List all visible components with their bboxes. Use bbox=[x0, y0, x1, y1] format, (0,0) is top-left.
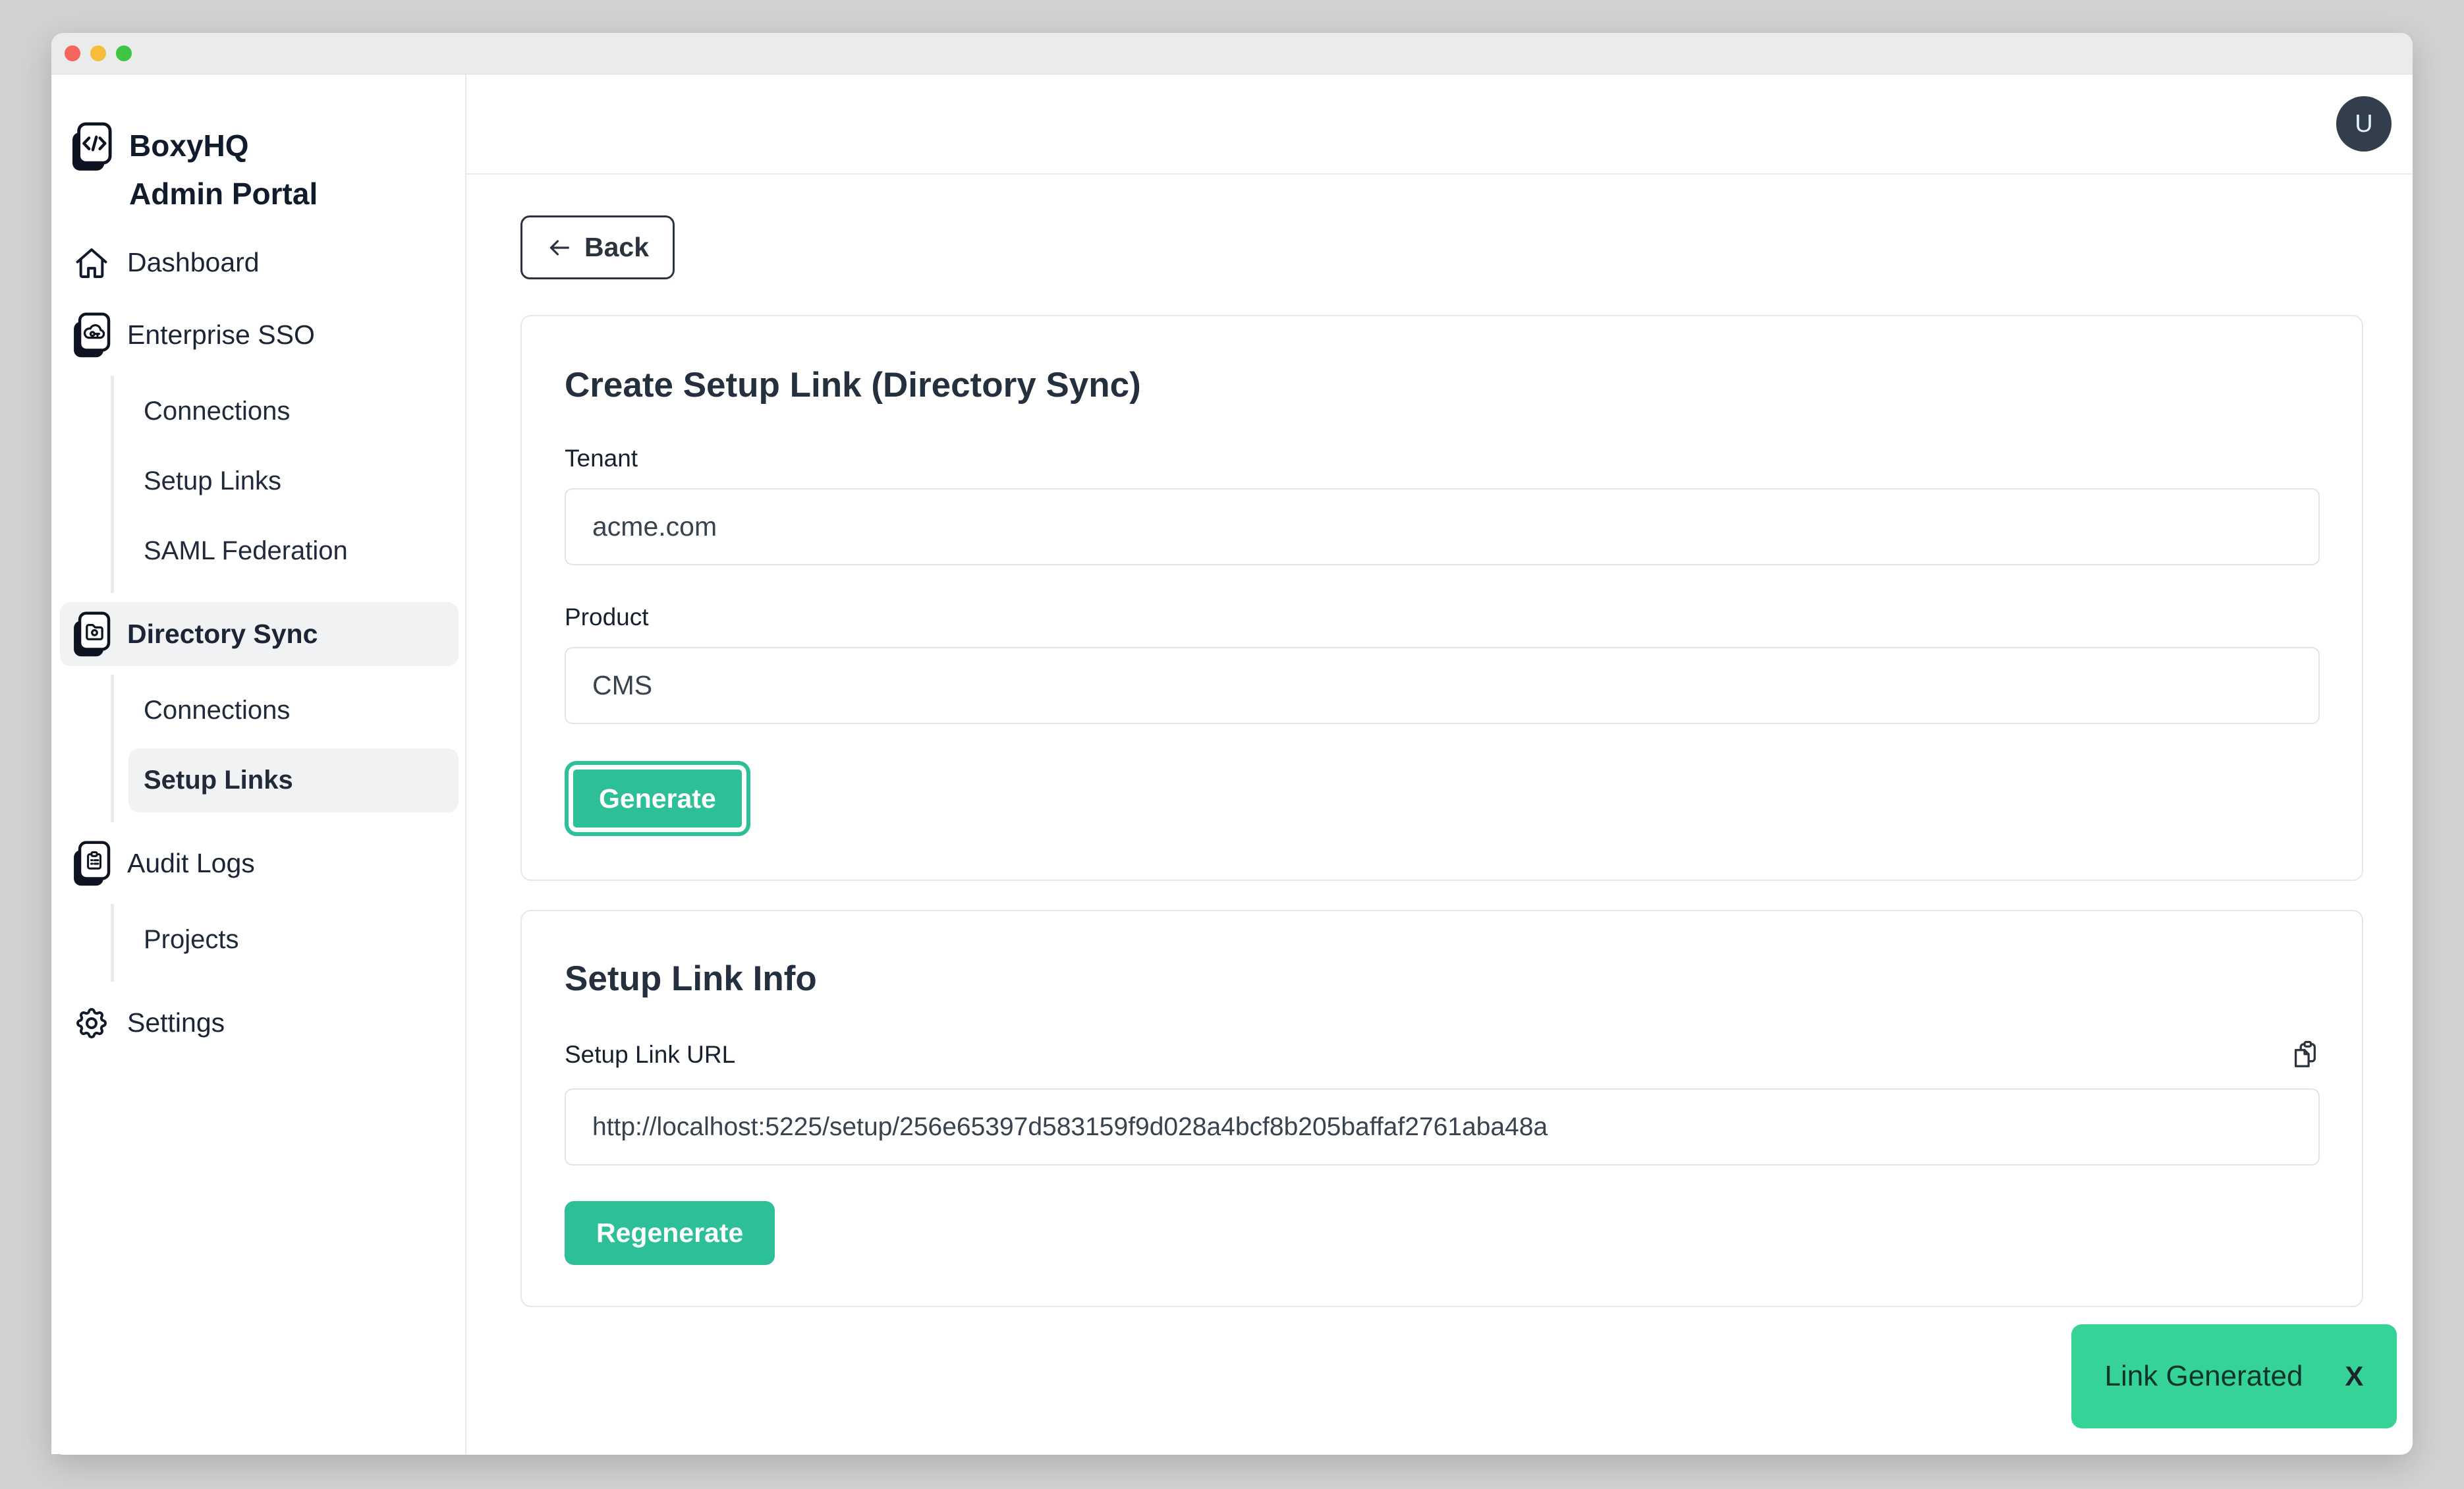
sidebar-subnav-audit-logs: Projects bbox=[111, 904, 459, 982]
copy-icon[interactable] bbox=[2289, 1038, 2320, 1071]
sidebar-item-enterprise-sso[interactable]: Enterprise SSO bbox=[60, 303, 459, 367]
page-content: Back Create Setup Link (Directory Sync) … bbox=[466, 175, 2413, 1307]
sidebar-item-dashboard[interactable]: Dashboard bbox=[60, 231, 459, 295]
directory-sync-icon bbox=[71, 611, 112, 658]
setup-link-url-label: Setup Link URL bbox=[565, 1041, 735, 1069]
sidebar-item-audit-logs[interactable]: Audit Logs bbox=[60, 831, 459, 895]
brand: BoxyHQ Admin Portal bbox=[60, 122, 459, 217]
card-title: Create Setup Link (Directory Sync) bbox=[565, 365, 2320, 405]
sidebar-item-label: Enterprise SSO bbox=[127, 320, 315, 351]
home-icon bbox=[71, 244, 112, 281]
minimize-window-button[interactable] bbox=[90, 45, 106, 61]
back-button-label: Back bbox=[584, 232, 649, 263]
tenant-label: Tenant bbox=[565, 445, 2320, 472]
sidebar-nav: Dashboard bbox=[60, 231, 459, 1055]
sidebar-item-sso-setup-links[interactable]: Setup Links bbox=[128, 449, 459, 513]
sidebar-item-label: Dashboard bbox=[127, 247, 260, 278]
sidebar-item-audit-projects[interactable]: Projects bbox=[128, 908, 459, 972]
sidebar: BoxyHQ Admin Portal Dashboard bbox=[51, 74, 466, 1454]
setup-link-url-input[interactable] bbox=[565, 1088, 2320, 1166]
top-header: U bbox=[466, 74, 2413, 175]
back-button[interactable]: Back bbox=[520, 215, 675, 279]
zoom-window-button[interactable] bbox=[116, 45, 132, 61]
audit-logs-icon bbox=[71, 841, 112, 887]
generate-button[interactable]: Generate bbox=[565, 761, 750, 836]
sidebar-item-dsync-setup-links[interactable]: Setup Links bbox=[128, 748, 459, 812]
product-input[interactable] bbox=[565, 647, 2320, 724]
sidebar-item-label: Directory Sync bbox=[127, 619, 318, 650]
boxyhq-logo-icon bbox=[71, 122, 112, 172]
sidebar-item-dsync-connections[interactable]: Connections bbox=[128, 679, 459, 743]
avatar[interactable]: U bbox=[2336, 96, 2392, 152]
toast-message: Link Generated bbox=[2105, 1360, 2303, 1393]
gear-icon bbox=[71, 1005, 112, 1042]
sidebar-item-sso-connections[interactable]: Connections bbox=[128, 379, 459, 443]
arrow-left-icon bbox=[546, 235, 573, 261]
enterprise-sso-icon bbox=[71, 312, 112, 358]
app-window: BoxyHQ Admin Portal Dashboard bbox=[51, 33, 2413, 1455]
main-area: U Back Create Setup Link (Directory Sy bbox=[466, 74, 2413, 1454]
create-setup-link-card: Create Setup Link (Directory Sync) Tenan… bbox=[520, 315, 2363, 881]
regenerate-button[interactable]: Regenerate bbox=[565, 1201, 775, 1265]
window-titlebar bbox=[51, 33, 2413, 74]
sidebar-item-saml-federation[interactable]: SAML Federation bbox=[128, 519, 459, 583]
toast-link-generated: Link Generated X bbox=[2071, 1324, 2397, 1428]
card-title: Setup Link Info bbox=[565, 959, 2320, 999]
product-label: Product bbox=[565, 604, 2320, 631]
sidebar-item-label: Audit Logs bbox=[127, 848, 255, 879]
sidebar-item-directory-sync[interactable]: Directory Sync bbox=[60, 602, 459, 666]
sidebar-subnav-directory-sync: Connections Setup Links bbox=[111, 675, 459, 822]
sidebar-item-settings[interactable]: Settings bbox=[60, 991, 459, 1055]
tenant-input[interactable] bbox=[565, 488, 2320, 565]
avatar-initial: U bbox=[2355, 110, 2372, 138]
brand-title: BoxyHQ Admin Portal bbox=[129, 122, 347, 217]
sidebar-item-label: Settings bbox=[127, 1007, 225, 1038]
setup-link-info-card: Setup Link Info Setup Link URL bbox=[520, 910, 2363, 1307]
sidebar-subnav-enterprise-sso: Connections Setup Links SAML Federation bbox=[111, 376, 459, 593]
toast-close-button[interactable]: X bbox=[2345, 1361, 2363, 1392]
close-window-button[interactable] bbox=[65, 45, 80, 61]
